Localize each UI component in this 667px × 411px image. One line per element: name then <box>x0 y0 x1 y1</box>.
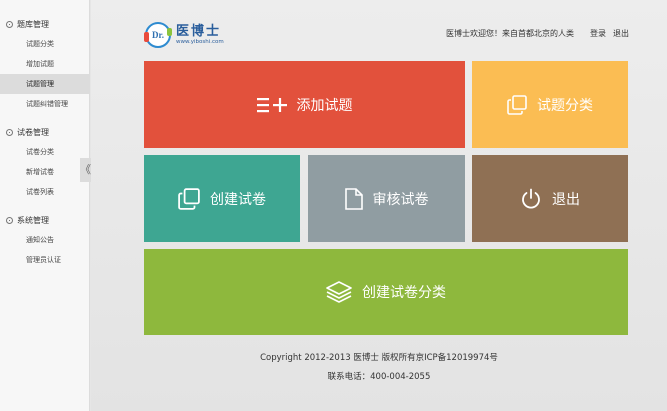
add-question-tile[interactable]: 添加试题 <box>144 61 465 148</box>
tile-label: 创建试卷 <box>210 191 266 208</box>
sidebar-group-title: 试卷管理 <box>17 127 49 137</box>
welcome-text: 医博士欢迎您！来自首都北京的人类 <box>446 29 574 38</box>
footer-contact: 联系电话：400-004-2055 <box>327 372 431 382</box>
sidebar-item-notice[interactable]: 通知公告 <box>0 230 89 250</box>
gear-icon <box>6 128 13 136</box>
logo-url: www.yiboshi.com <box>176 38 224 45</box>
sidebar-item-paper-list[interactable]: 试卷列表 <box>0 182 89 202</box>
sidebar-group-header[interactable]: 系统管理 <box>0 210 89 230</box>
list-add-icon <box>256 97 287 113</box>
sidebar-group-header[interactable]: 试卷管理 <box>0 122 89 142</box>
tile-label: 审核试卷 <box>372 191 429 208</box>
sidebar-group-title: 系统管理 <box>17 215 49 225</box>
sidebar: 题库管理 试题分类 增加试题 试题管理 试题纠错管理 试卷管理 试卷分类 新增试… <box>0 0 91 411</box>
tile-label: 试题分类 <box>537 97 593 114</box>
create-paper-category-tile[interactable]: 创建试卷分类 <box>144 249 628 335</box>
gear-icon <box>6 216 13 224</box>
create-paper-tile[interactable]: 创建试卷 <box>144 155 300 242</box>
layers-icon <box>326 281 352 303</box>
logo-mark: Dr. <box>144 22 172 48</box>
sidebar-group-header[interactable]: 题库管理 <box>0 14 89 34</box>
sidebar-item-question-category[interactable]: 试题分类 <box>0 34 89 54</box>
sidebar-item-new-paper[interactable]: 新增试卷 <box>0 162 89 182</box>
logo-name: 医博士 <box>176 23 222 39</box>
sidebar-item-admin-auth[interactable]: 管理员认证 <box>0 250 89 270</box>
power-icon <box>520 188 542 210</box>
tile-label: 添加试题 <box>296 97 353 114</box>
logo: Dr. 医博士 www.yiboshi.com <box>144 22 224 48</box>
sidebar-item-paper-category[interactable]: 试卷分类 <box>0 142 89 162</box>
question-category-tile[interactable]: 试题分类 <box>472 61 628 148</box>
sidebar-item-question-correction[interactable]: 试题纠错管理 <box>0 94 89 114</box>
copy-icon <box>507 94 527 115</box>
sidebar-item-add-question[interactable]: 增加试题 <box>0 54 89 74</box>
tile-label: 退出 <box>552 191 580 208</box>
exit-tile[interactable]: 退出 <box>472 155 628 242</box>
login-link[interactable]: 登录 <box>590 28 606 39</box>
main-content: Dr. 医博士 www.yiboshi.com 医博士欢迎您！来自首都北京的人类… <box>91 0 667 411</box>
logout-link[interactable]: 退出 <box>613 28 629 39</box>
sidebar-group-title: 题库管理 <box>17 19 49 29</box>
copy-icon <box>178 187 200 210</box>
gear-icon <box>6 20 13 28</box>
sidebar-group-system: 系统管理 通知公告 管理员认证 <box>0 210 89 270</box>
sidebar-group-question-bank: 题库管理 试题分类 增加试题 试题管理 试题纠错管理 <box>0 14 89 114</box>
sidebar-group-paper: 试卷管理 试卷分类 新增试卷 试卷列表 <box>0 122 89 202</box>
tile-label: 创建试卷分类 <box>362 285 446 301</box>
review-paper-tile[interactable]: 审核试卷 <box>308 155 465 242</box>
footer-copyright: Copyright 2012-2013 医博士 版权所有京ICP备1201997… <box>260 353 498 363</box>
logo-text: 医博士 www.yiboshi.com <box>176 23 224 46</box>
document-icon <box>344 187 363 210</box>
sidebar-collapse-button[interactable]: 《 <box>80 158 91 182</box>
sidebar-item-question-manage[interactable]: 试题管理 <box>0 74 89 94</box>
